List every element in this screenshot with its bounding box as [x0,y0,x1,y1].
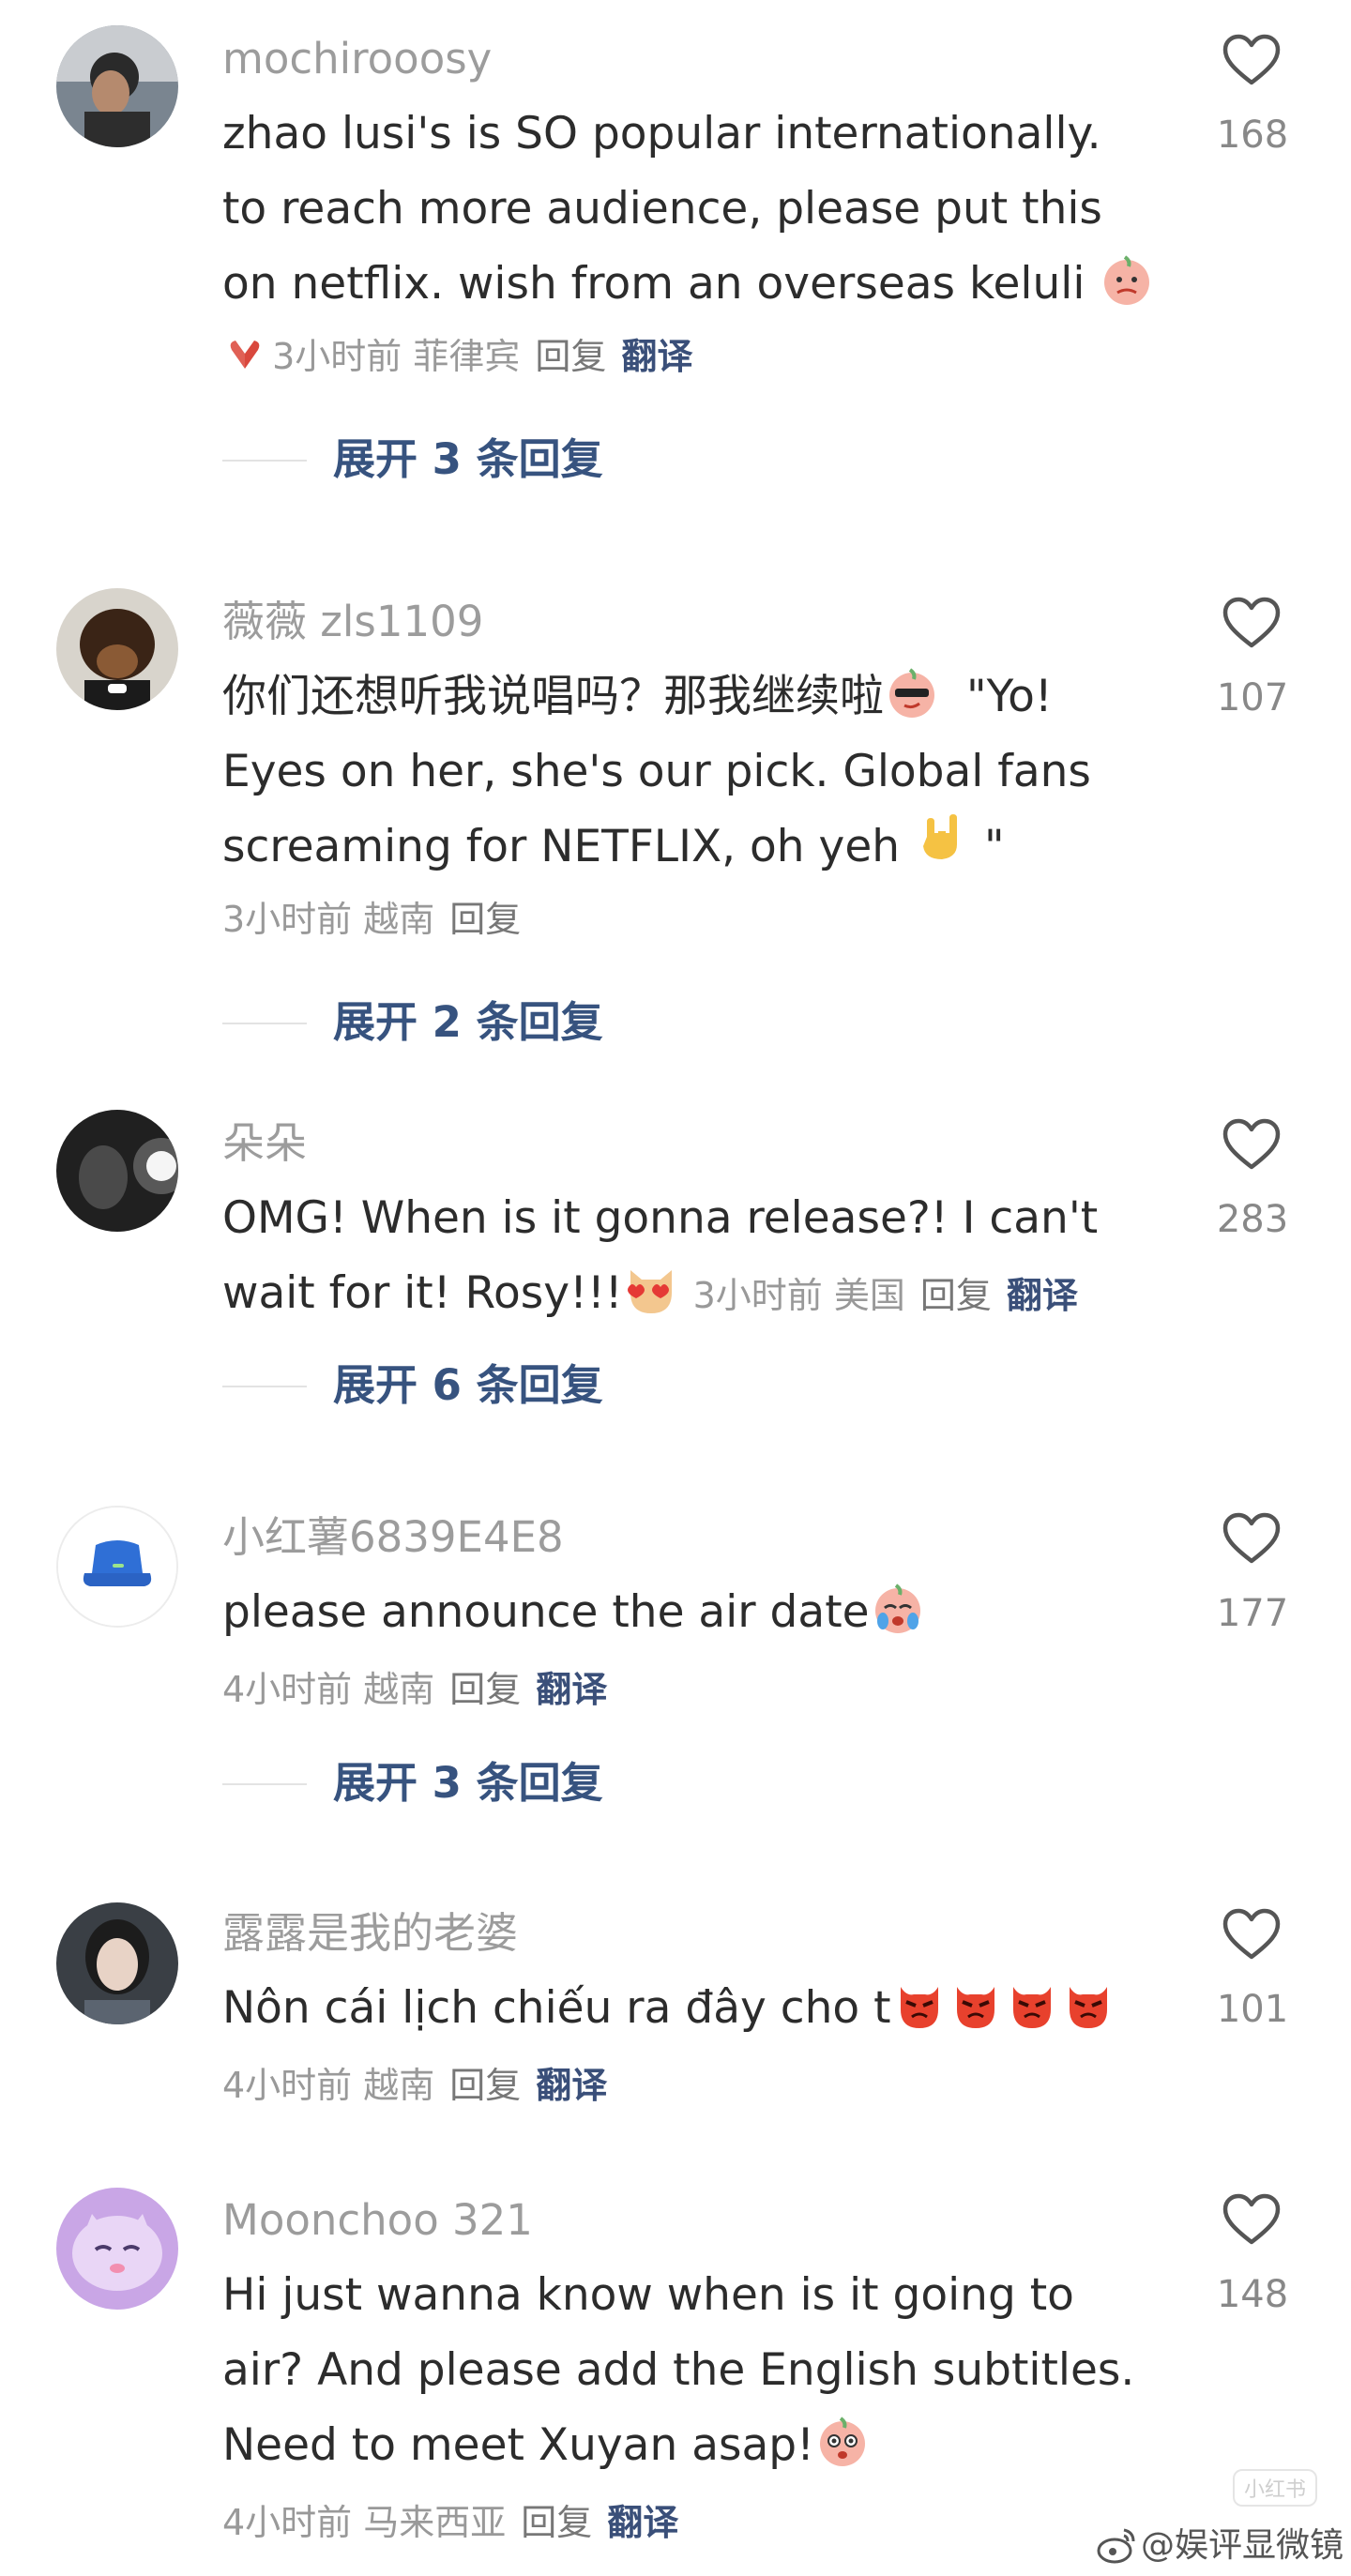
expand-divider [222,1386,307,1387]
reply-button[interactable]: 回复 [521,2497,592,2548]
comment-line: Eyes on her, she's our pick. Global fans [222,746,1091,797]
angry-face-emoji-icon [1060,1976,1116,2032]
comment-line-text: " [983,821,1005,872]
comment-text: Hi just wanna know when is it going to a… [222,2258,1170,2483]
reply-button[interactable]: 回复 [449,2060,521,2111]
comment-line-text: please announce the air date [222,1586,870,1638]
comment-time-location: 4小时前 越南 [222,1669,435,1710]
username[interactable]: mochirooosy [222,38,492,80]
comment-meta: 4小时前 越南 回复 翻译 [222,1664,607,1722]
comment-meta: 3小时前 菲律宾 回复 翻译 [222,331,692,389]
comment-line-text: "Yo! [966,671,1053,722]
comment-line: screaming for NETFLIX, oh yeh " [222,810,1170,885]
translate-button[interactable]: 翻译 [607,2497,678,2548]
rock-on-hand-emoji-icon [914,814,970,871]
translate-button[interactable]: 翻译 [536,1664,607,1715]
like-count: 283 [1216,1198,1289,1241]
weibo-watermark: @娱评显微镜 [1096,2518,1343,2567]
shocked-peach-emoji-icon [814,2413,871,2469]
expand-replies-label[interactable]: 展开 3 条回复 [333,432,603,488]
comment-text: please announce the air date [222,1575,1170,1650]
translate-button[interactable]: 翻译 [536,2060,607,2111]
heart-outline-icon[interactable] [1222,2193,1281,2246]
username[interactable]: Moonchoo 321 [222,2199,533,2241]
xiaohongshu-watermark: 小红书 [1232,2469,1317,2507]
avatar[interactable] [56,588,178,710]
reply-button[interactable]: 回复 [535,331,606,382]
avatar[interactable] [56,1110,178,1232]
comment-line-text: screaming for NETFLIX, oh yeh [222,821,901,872]
comment-line: Nôn cái lịch chiếu ra đây cho t [222,1971,1170,2046]
translate-button[interactable]: 翻译 [621,331,692,382]
comment-line-text: 你们还想听我说唱吗？那我继续啦 [222,671,884,722]
angry-face-emoji-icon [948,1976,1004,2032]
comment-line: on netflix. wish from an overseas keluli [222,247,1170,322]
comment-line: air? And please add the English subtitle… [222,2344,1135,2396]
comment-time-location: 3小时前 菲律宾 [272,336,521,377]
comment-line-text: wait for it! Rosy!!! [222,1267,623,1319]
username[interactable]: 薇薇 zls1109 [222,600,483,643]
expand-divider [222,460,307,462]
like-count: 168 [1216,114,1289,157]
heart-outline-icon[interactable] [1222,1908,1281,1961]
expand-replies-label[interactable]: 展开 2 条回复 [333,994,603,1051]
username[interactable]: 朵朵 [222,1122,307,1164]
comment-line: OMG! When is it gonna release?! I can't [222,1192,1099,1244]
expand-divider [222,1023,307,1024]
comment-time-location: 3小时前 美国 [692,1275,905,1316]
comment-line: 你们还想听我说唱吗？那我继续啦 "Yo! [222,659,1170,735]
comment-text: OMG! When is it gonna release?! I can't … [222,1181,1170,1333]
comment-time-location: 4小时前 越南 [222,2065,435,2106]
comment-line: please announce the air date [222,1575,1170,1650]
like-count: 107 [1216,676,1289,720]
avatar[interactable] [56,1902,178,2024]
avatar[interactable] [56,2188,178,2310]
avatar[interactable] [56,25,178,147]
username[interactable]: 露露是我的老婆 [222,1912,518,1954]
comment-meta: 4小时前 马来西亚 回复 翻译 [222,2497,678,2555]
heart-outline-icon[interactable] [1222,34,1281,86]
heart-eyes-cat-emoji-icon [623,1261,679,1317]
weibo-logo-icon [1096,2524,1137,2566]
heart-outline-icon[interactable] [1222,1118,1281,1171]
reply-button[interactable]: 回复 [449,894,521,945]
like-count: 177 [1216,1592,1289,1635]
crying-peach-emoji-icon [870,1580,926,1636]
like-count: 101 [1216,1988,1289,2031]
praying-hands-emoji-icon [222,331,267,376]
expand-divider [222,1783,307,1785]
comment-text: 你们还想听我说唱吗？那我继续啦 "Yo! Eyes on her, she's o… [222,659,1170,885]
comment-line: wait for it! Rosy!!! 3小时前 美国 回复 翻译 [222,1256,1170,1333]
comment-time-location: 4小时前 马来西亚 [222,2502,507,2543]
comment-line-text: Nôn cái lịch chiếu ra đây cho t [222,1982,891,2034]
heart-outline-icon[interactable] [1222,597,1281,649]
comment-line: Need to meet Xuyan asap! [222,2408,1170,2483]
comment-line: Hi just wanna know when is it going to [222,2269,1074,2321]
comment-line-text: on netflix. wish from an overseas keluli [222,258,1085,310]
translate-button[interactable]: 翻译 [1007,1258,1078,1333]
like-count: 148 [1216,2273,1289,2316]
comment-meta: 4小时前 越南 回复 翻译 [222,2060,607,2118]
reply-button[interactable]: 回复 [920,1258,992,1333]
avatar[interactable] [56,1506,178,1628]
angry-face-emoji-icon [891,1976,948,2032]
comment-time-location: 3小时前 越南 [222,899,435,940]
comment-text: Nôn cái lịch chiếu ra đây cho t [222,1971,1170,2046]
comment-line-text: Need to meet Xuyan asap! [222,2419,814,2471]
cool-peach-emoji-icon [884,664,940,720]
watermark-text: @娱评显微镜 [1140,2526,1343,2565]
comment-line: zhao lusi's is SO popular internationall… [222,108,1101,159]
heart-outline-icon[interactable] [1222,1512,1281,1565]
pleading-peach-emoji-icon [1099,251,1155,308]
expand-replies-label[interactable]: 展开 3 条回复 [333,1755,603,1811]
comment-line: to reach more audience, please put this [222,183,1102,235]
comment-text: zhao lusi's is SO popular internationall… [222,97,1170,322]
reply-button[interactable]: 回复 [449,1664,521,1715]
comment-meta: 3小时前 越南 回复 [222,894,521,952]
username[interactable]: 小红薯6839E4E8 [222,1516,564,1558]
expand-replies-label[interactable]: 展开 6 条回复 [333,1357,603,1414]
angry-face-emoji-icon [1004,1976,1060,2032]
